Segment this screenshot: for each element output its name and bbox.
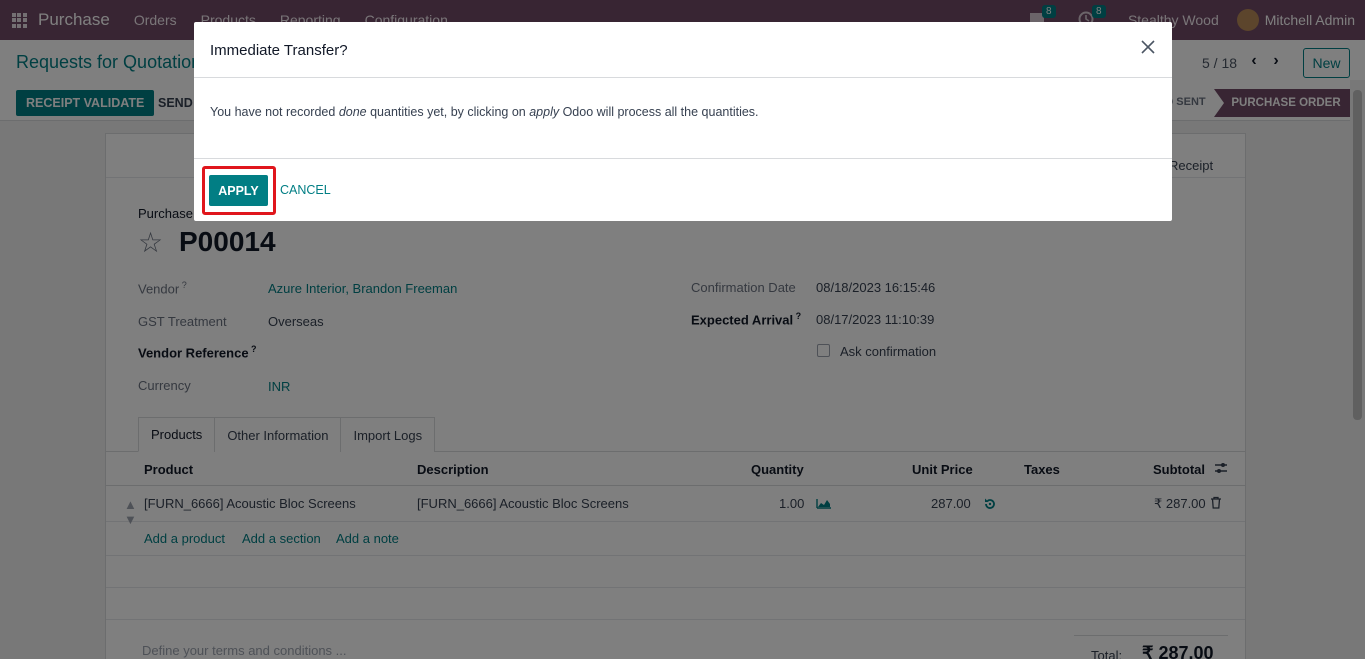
immediate-transfer-dialog: Immediate Transfer? You have not recorde…	[194, 22, 1172, 221]
cancel-button[interactable]: CANCEL	[280, 183, 331, 197]
close-icon[interactable]	[1140, 39, 1158, 57]
dialog-header: Immediate Transfer?	[194, 22, 1172, 78]
dialog-title: Immediate Transfer?	[210, 42, 348, 59]
dialog-message: You have not recorded done quantities ye…	[210, 105, 759, 119]
dialog-footer: APPLY CANCEL	[194, 158, 1172, 221]
apply-button[interactable]: APPLY	[209, 175, 268, 206]
